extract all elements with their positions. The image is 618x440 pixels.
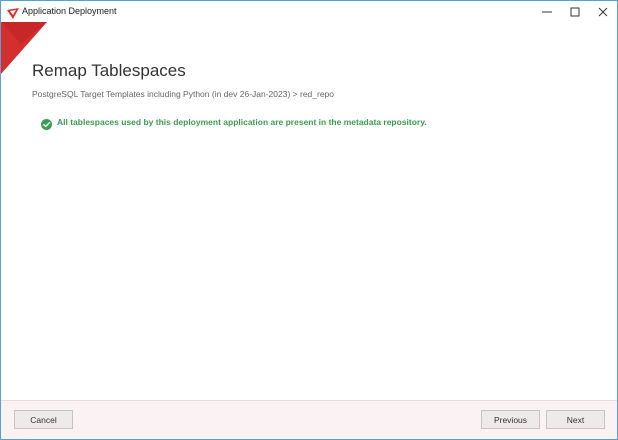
app-logo-icon [7, 6, 19, 19]
maximize-icon [570, 7, 580, 17]
close-button[interactable] [589, 1, 617, 22]
previous-button[interactable]: Previous [481, 410, 540, 429]
page-title: Remap Tablespaces [32, 61, 186, 80]
title-bar[interactable]: Application Deployment [1, 1, 617, 22]
footer-bar: Cancel Previous Next [1, 400, 617, 439]
window-title: Application Deployment [22, 6, 117, 16]
maximize-button[interactable] [561, 1, 589, 22]
check-circle-icon [41, 117, 52, 130]
cancel-button[interactable]: Cancel [14, 410, 73, 429]
close-icon [598, 7, 608, 17]
minimize-button[interactable] [533, 1, 561, 22]
minimize-icon [542, 11, 552, 13]
next-button[interactable]: Next [546, 410, 605, 429]
breadcrumb: PostgreSQL Target Templates including Py… [32, 89, 335, 99]
application-window: Application Deployment Remap Tablespaces… [0, 0, 618, 440]
status-text: All tablespaces used by this deployment … [57, 117, 427, 127]
